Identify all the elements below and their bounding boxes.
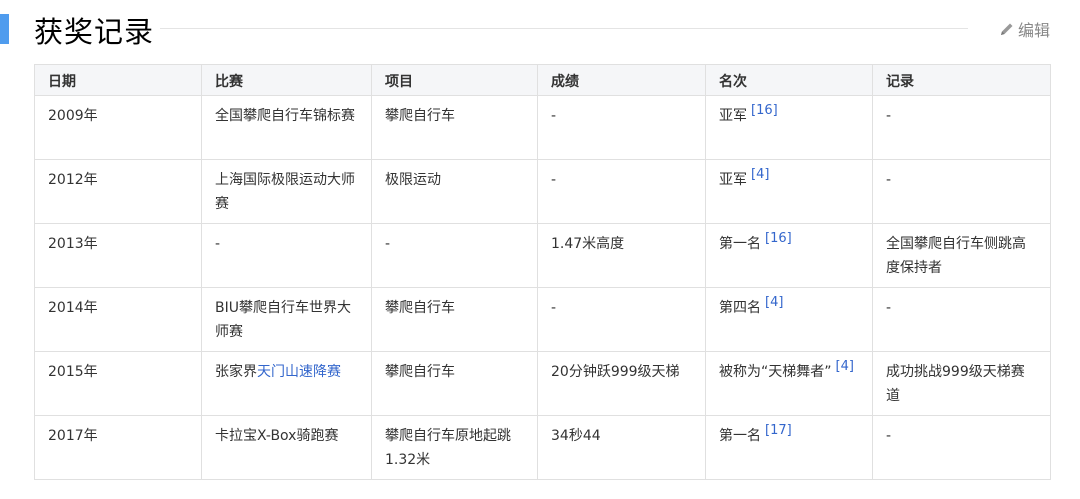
column-header-rank: 名次 xyxy=(705,64,873,96)
table-row: 2012年 上海国际极限运动大师赛 极限运动 - 亚军 [4] - xyxy=(34,159,1051,224)
rank-text: 亚军 xyxy=(719,108,747,124)
cell-event: 攀爬自行车原地起跳1.32米 xyxy=(371,415,538,480)
cell-event: 攀爬自行车 xyxy=(371,351,538,416)
rank-text: 亚军 xyxy=(719,172,747,188)
rank-text: 第一名 xyxy=(719,428,761,444)
cell-record: - xyxy=(872,415,1051,480)
cell-competition: 卡拉宝X-Box骑跑赛 xyxy=(201,415,372,480)
cell-result: 1.47米高度 xyxy=(537,223,706,288)
rank-text: 被称为“天梯舞者” xyxy=(719,364,832,380)
competition-link[interactable]: 天门山速降赛 xyxy=(257,364,341,380)
cell-result: 34秒44 xyxy=(537,415,706,480)
column-header-competition: 比赛 xyxy=(201,64,372,96)
section-header: 获奖记录 编辑 xyxy=(0,0,1080,62)
cell-competition: 上海国际极限运动大师赛 xyxy=(201,159,372,224)
cell-event: 攀爬自行车 xyxy=(371,287,538,352)
cell-result: - xyxy=(537,159,706,224)
column-header-result: 成绩 xyxy=(537,64,706,96)
cell-rank: 第四名 [4] xyxy=(705,287,873,352)
cell-record: - xyxy=(872,159,1051,224)
table-row: 2017年 卡拉宝X-Box骑跑赛 攀爬自行车原地起跳1.32米 34秒44 第… xyxy=(34,415,1051,480)
title-divider xyxy=(160,28,968,29)
table-row: 2009年 全国攀爬自行车锦标赛 攀爬自行车 - 亚军 [16] - xyxy=(34,95,1051,160)
cell-record: 成功挑战999级天梯赛道 xyxy=(872,351,1051,416)
citation-link[interactable]: [4] xyxy=(836,359,854,374)
cell-date: 2009年 xyxy=(34,95,202,160)
cell-competition: BIU攀爬自行车世界大师赛 xyxy=(201,287,372,352)
cell-date: 2014年 xyxy=(34,287,202,352)
awards-table: 日期 比赛 项目 成绩 名次 记录 2009年 全国攀爬自行车锦标赛 攀爬自行车… xyxy=(34,64,1051,480)
cell-date: 2013年 xyxy=(34,223,202,288)
rank-text: 第一名 xyxy=(719,236,761,252)
title-accent-bar xyxy=(0,14,9,44)
cell-competition: 全国攀爬自行车锦标赛 xyxy=(201,95,372,160)
column-header-event: 项目 xyxy=(371,64,538,96)
cell-rank: 第一名 [16] xyxy=(705,223,873,288)
cell-date: 2012年 xyxy=(34,159,202,224)
cell-record: - xyxy=(872,95,1051,160)
cell-result: - xyxy=(537,95,706,160)
citation-link[interactable]: [16] xyxy=(751,103,778,118)
pencil-icon xyxy=(999,21,1015,37)
table-row: 2015年 张家界天门山速降赛 攀爬自行车 20分钟跃999级天梯 被称为“天梯… xyxy=(34,351,1051,416)
cell-record: 全国攀爬自行车侧跳高度保持者 xyxy=(872,223,1051,288)
citation-link[interactable]: [17] xyxy=(765,423,792,438)
cell-result: - xyxy=(537,287,706,352)
citation-link[interactable]: [4] xyxy=(765,295,783,310)
cell-rank: 亚军 [4] xyxy=(705,159,873,224)
cell-rank: 亚军 [16] xyxy=(705,95,873,160)
table-row: 2014年 BIU攀爬自行车世界大师赛 攀爬自行车 - 第四名 [4] - xyxy=(34,287,1051,352)
cell-rank: 被称为“天梯舞者” [4] xyxy=(705,351,873,416)
cell-competition: 张家界天门山速降赛 xyxy=(201,351,372,416)
column-header-date: 日期 xyxy=(34,64,202,96)
competition-prefix: 张家界 xyxy=(215,364,257,380)
cell-competition: - xyxy=(201,223,372,288)
cell-event: - xyxy=(371,223,538,288)
edit-button[interactable]: 编辑 xyxy=(999,17,1050,41)
cell-result: 20分钟跃999级天梯 xyxy=(537,351,706,416)
column-header-record: 记录 xyxy=(872,64,1051,96)
table-row: 2013年 - - 1.47米高度 第一名 [16] 全国攀爬自行车侧跳高度保持者 xyxy=(34,223,1051,288)
section-title: 获奖记录 xyxy=(34,15,155,49)
cell-record: - xyxy=(872,287,1051,352)
citation-link[interactable]: [4] xyxy=(751,167,769,182)
cell-rank: 第一名 [17] xyxy=(705,415,873,480)
cell-date: 2017年 xyxy=(34,415,202,480)
cell-date: 2015年 xyxy=(34,351,202,416)
cell-event: 极限运动 xyxy=(371,159,538,224)
citation-link[interactable]: [16] xyxy=(765,231,792,246)
cell-event: 攀爬自行车 xyxy=(371,95,538,160)
edit-label: 编辑 xyxy=(1017,23,1050,40)
rank-text: 第四名 xyxy=(719,300,761,316)
table-header-row: 日期 比赛 项目 成绩 名次 记录 xyxy=(34,64,1051,96)
